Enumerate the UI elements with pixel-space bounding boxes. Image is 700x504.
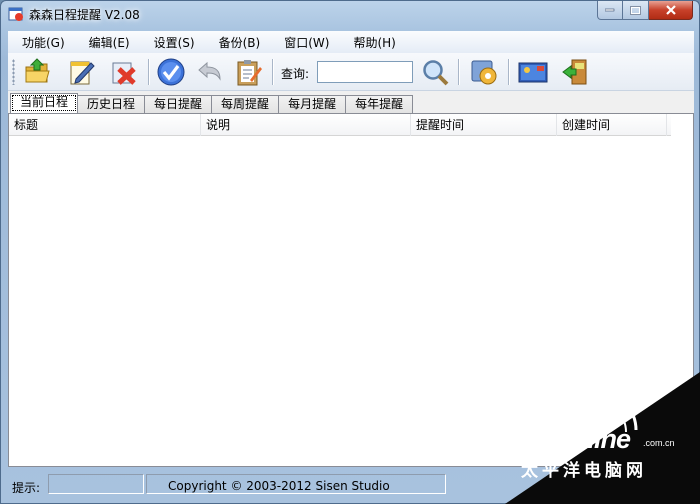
clipboard-icon xyxy=(237,60,262,86)
tab-monthly-reminder[interactable]: 每月提醒 xyxy=(278,95,347,113)
close-icon xyxy=(665,5,676,15)
screen-icon xyxy=(518,62,548,83)
window-title: 森森日程提醒 V2.08 xyxy=(29,8,140,22)
open-folder-icon xyxy=(25,58,50,83)
status-copyright: Copyright © 2003-2012 Sisen Studio xyxy=(168,479,390,493)
tab-daily-reminder[interactable]: 每日提醒 xyxy=(144,95,213,113)
clipboard-button[interactable] xyxy=(232,56,264,88)
toolbar-separator xyxy=(458,59,459,85)
column-header-title[interactable]: 标题 xyxy=(9,114,201,136)
open-button[interactable] xyxy=(22,56,54,88)
toolbar-separator xyxy=(148,59,149,85)
maximize-button[interactable] xyxy=(623,1,649,20)
toolbar-grip[interactable] xyxy=(12,59,15,85)
exit-button[interactable] xyxy=(559,56,591,88)
toolbar-separator xyxy=(272,59,273,85)
menu-function[interactable]: 功能(G) xyxy=(8,34,75,51)
tab-strip: 当前日程 历史日程 每日提醒 每周提醒 每月提醒 每年提醒 xyxy=(10,93,414,113)
close-button[interactable] xyxy=(649,1,693,20)
toolbar: 查询: xyxy=(8,53,694,91)
title-bar[interactable]: 森森日程提醒 V2.08 xyxy=(1,1,699,27)
check-icon xyxy=(157,58,185,86)
query-input[interactable] xyxy=(317,61,413,83)
undo-icon xyxy=(198,61,221,81)
edit-button[interactable] xyxy=(66,56,98,88)
minimize-button[interactable] xyxy=(597,1,623,20)
search-button[interactable] xyxy=(419,56,451,88)
delete-button[interactable] xyxy=(108,56,140,88)
status-label: 提示: xyxy=(12,481,41,495)
settings-icon xyxy=(471,60,497,85)
complete-button[interactable] xyxy=(155,56,187,88)
menu-help[interactable]: 帮助(H) xyxy=(339,34,405,51)
schedule-list[interactable]: 标题 说明 提醒时间 创建时间 xyxy=(8,113,694,467)
toolbar-separator xyxy=(508,59,509,85)
column-header-reminder-time[interactable]: 提醒时间 xyxy=(411,114,557,136)
menu-bar: 功能(G) 编辑(E) 设置(S) 备份(B) 窗口(W) 帮助(H) xyxy=(8,31,694,53)
maximize-icon xyxy=(630,5,641,15)
screen-button[interactable] xyxy=(517,56,549,88)
app-window: 森森日程提醒 V2.08 功能(G) 编辑(E) 设置(S) 备份(B) 窗口(… xyxy=(0,0,700,504)
query-label: 查询: xyxy=(281,67,310,81)
column-header-description[interactable]: 说明 xyxy=(201,114,411,136)
status-panel-hint xyxy=(48,474,144,494)
status-bar: 提示: Copyright © 2003-2012 Sisen Studio xyxy=(8,473,694,497)
search-icon xyxy=(423,60,449,86)
undo-button[interactable] xyxy=(194,56,226,88)
column-header-created-time[interactable]: 创建时间 xyxy=(557,114,667,136)
list-header: 标题 说明 提醒时间 创建时间 xyxy=(9,114,671,136)
minimize-icon xyxy=(605,8,615,12)
tab-weekly-reminder[interactable]: 每周提醒 xyxy=(211,95,280,113)
main-panel: 当前日程 历史日程 每日提醒 每周提醒 每月提醒 每年提醒 标题 说明 提醒时间… xyxy=(8,91,694,467)
menu-window[interactable]: 窗口(W) xyxy=(270,34,339,51)
exit-icon xyxy=(562,59,587,85)
app-calendar-icon[interactable] xyxy=(8,6,24,22)
settings-button[interactable] xyxy=(468,56,500,88)
edit-note-icon xyxy=(70,61,95,85)
tab-current-schedule[interactable]: 当前日程 xyxy=(10,93,79,113)
menu-edit[interactable]: 编辑(E) xyxy=(75,34,140,51)
menu-settings[interactable]: 设置(S) xyxy=(140,34,205,51)
delete-icon xyxy=(112,62,136,85)
tab-yearly-reminder[interactable]: 每年提醒 xyxy=(345,95,414,113)
tab-history-schedule[interactable]: 历史日程 xyxy=(77,95,146,113)
menu-backup[interactable]: 备份(B) xyxy=(205,34,271,51)
